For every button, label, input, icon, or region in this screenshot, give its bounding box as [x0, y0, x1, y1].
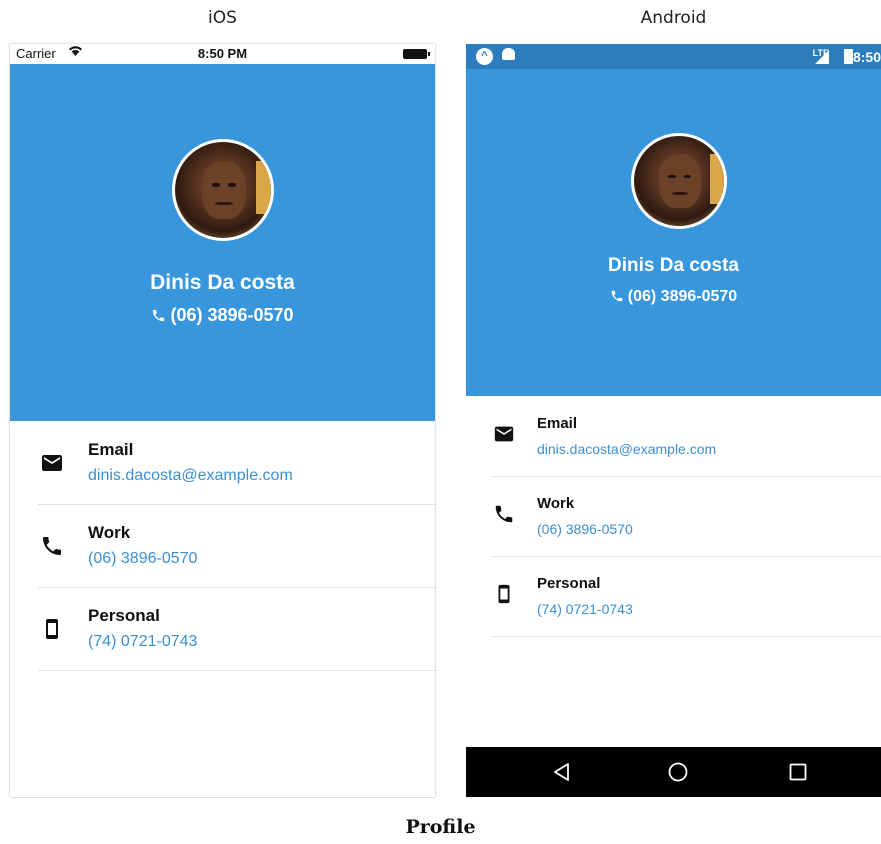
- profile-phone-number: (06) 3896-0570: [627, 288, 738, 305]
- android-status-bar: ^ LTE 8:50: [466, 44, 881, 69]
- row-label: Work: [88, 523, 131, 542]
- phone-icon: [40, 534, 64, 558]
- android-platform-title: Android: [640, 8, 707, 28]
- phone-icon: [151, 307, 166, 328]
- back-icon[interactable]: [550, 760, 574, 784]
- home-icon[interactable]: [666, 760, 690, 784]
- ios-screen: Carrier 8:50 PM Dinis Da costa (06) 3896…: [10, 44, 435, 797]
- profile-phone-number: (06) 3896-0570: [170, 305, 294, 325]
- mail-icon: [493, 423, 515, 445]
- ios-platform-title: iOS: [208, 8, 237, 28]
- android-robot-icon: [502, 48, 515, 60]
- status-time: 8:50 PM: [197, 46, 248, 61]
- list-item-work[interactable]: Work (06) 3896-0570: [491, 476, 881, 557]
- list-item-personal[interactable]: Personal (74) 0721-0743: [491, 556, 881, 637]
- ios-status-bar: Carrier 8:50 PM: [10, 44, 435, 64]
- profile-phone[interactable]: (06) 3896-0570: [10, 305, 435, 328]
- list-item-personal[interactable]: Personal (74) 0721-0743: [38, 587, 435, 671]
- row-value[interactable]: (06) 3896-0570: [88, 550, 197, 568]
- mail-icon: [40, 451, 64, 475]
- status-time: 8:50: [852, 49, 881, 65]
- phone-icon: [610, 289, 624, 308]
- android-screen: ^ LTE 8:50 Dinis Da costa (06) 3896-0570…: [466, 44, 881, 797]
- row-value[interactable]: (74) 0721-0743: [88, 633, 197, 651]
- avatar: [631, 133, 727, 229]
- battery-icon: [403, 49, 430, 59]
- row-label: Work: [537, 495, 575, 512]
- smartphone-icon: [493, 583, 515, 605]
- list-item-email[interactable]: Email dinis.dacosta@example.com: [38, 421, 435, 505]
- figure-caption: Profile: [405, 816, 476, 838]
- android-nav-bar: [466, 747, 881, 797]
- app-notification-icon: ^: [476, 48, 493, 65]
- row-value[interactable]: dinis.dacosta@example.com: [88, 467, 293, 485]
- profile-header: Dinis Da costa (06) 3896-0570: [10, 64, 435, 421]
- row-value[interactable]: (06) 3896-0570: [537, 521, 633, 537]
- battery-charging-icon: [844, 49, 853, 64]
- row-label: Email: [88, 440, 134, 459]
- profile-header: Dinis Da costa (06) 3896-0570: [466, 69, 881, 396]
- recents-icon[interactable]: [786, 760, 810, 784]
- phone-icon: [493, 503, 515, 525]
- network-type: LTE: [812, 48, 829, 58]
- row-label: Personal: [537, 575, 601, 592]
- profile-name: Dinis Da costa: [150, 271, 295, 294]
- avatar: [172, 139, 274, 241]
- list-item-email[interactable]: Email dinis.dacosta@example.com: [491, 396, 881, 477]
- profile-name: Dinis Da costa: [608, 255, 739, 276]
- row-label: Personal: [88, 606, 160, 625]
- row-label: Email: [537, 415, 578, 432]
- smartphone-icon: [40, 617, 64, 641]
- row-value[interactable]: dinis.dacosta@example.com: [537, 441, 716, 457]
- list-item-work[interactable]: Work (06) 3896-0570: [38, 504, 435, 588]
- profile-phone[interactable]: (06) 3896-0570: [466, 288, 881, 308]
- row-value[interactable]: (74) 0721-0743: [537, 601, 633, 617]
